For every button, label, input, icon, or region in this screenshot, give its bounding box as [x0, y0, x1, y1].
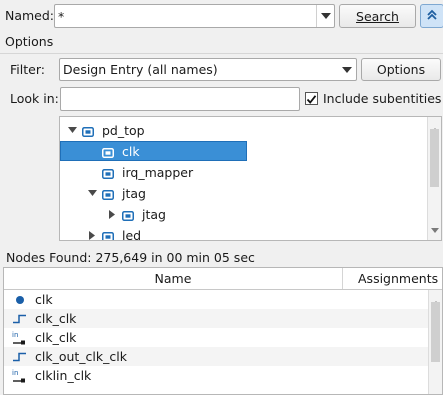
table-row[interactable]: in clklin_clk: [4, 366, 428, 385]
tree-scroll-thumb[interactable]: [430, 129, 439, 187]
table-scroll-thumb[interactable]: [431, 302, 440, 362]
include-subentities-label[interactable]: Include subentities: [323, 91, 441, 107]
tree-item[interactable]: led: [60, 225, 427, 241]
filter-label: Filter:: [10, 62, 45, 77]
chevron-down-icon[interactable]: [338, 59, 356, 80]
node-name: clk: [35, 292, 53, 307]
node-name: clk_clk: [35, 330, 77, 345]
svg-text:in: in: [12, 369, 18, 377]
scroll-down-icon[interactable]: [431, 221, 439, 236]
filter-combobox[interactable]: Design Entry (all names): [59, 58, 357, 81]
tree-item-label: pd_top: [102, 122, 145, 138]
tree-item-label: led: [122, 227, 142, 241]
output-pin-icon: [10, 312, 30, 326]
tree-item[interactable]: clk: [60, 141, 427, 161]
options-button[interactable]: Options: [361, 58, 441, 81]
lookin-input[interactable]: [60, 87, 300, 111]
table-row[interactable]: clk_out_clk_clk: [4, 347, 428, 366]
named-combobox[interactable]: *: [54, 4, 335, 28]
output-pin-icon: [10, 350, 30, 364]
options-button-label: Options: [376, 62, 426, 77]
section-divider: [0, 53, 443, 54]
table-row[interactable]: clk_clk: [4, 309, 428, 328]
tree-item-label: irq_mapper: [122, 164, 194, 180]
input-pin-icon: in: [10, 331, 30, 345]
chevron-down-icon[interactable]: [316, 5, 334, 27]
expanded-arrow-icon[interactable]: [86, 187, 98, 199]
table-body: clk clk_clk in clk_clk clk_out_clk_clk in clkl…: [4, 290, 428, 394]
node-name: clklin_clk: [35, 368, 92, 383]
filter-value: Design Entry (all names): [63, 62, 218, 77]
hierarchy-tree-rows: pd_top clk irq_mapper jtag jtag led: [60, 117, 427, 240]
tree-item[interactable]: jtag: [60, 183, 427, 203]
lookin-label: Look in:: [10, 91, 59, 106]
column-header-assignments-label: Assignments: [358, 271, 439, 286]
collapsed-arrow-icon[interactable]: [106, 208, 118, 220]
svg-text:in: in: [12, 331, 18, 339]
collapse-options-button[interactable]: [420, 4, 443, 28]
tree-item[interactable]: pd_top: [60, 120, 427, 140]
entity-icon: [82, 125, 94, 137]
include-subentities-checkbox[interactable]: [305, 92, 318, 105]
node-name: clk_out_clk_clk: [35, 349, 127, 364]
column-header-assignments[interactable]: Assignments: [343, 268, 442, 289]
table-row[interactable]: clk: [4, 290, 428, 309]
nodes-table[interactable]: Name Assignments clk clk_clk in clk_clk clk_…: [3, 267, 443, 395]
tree-item-label: clk: [122, 143, 140, 159]
tree-item[interactable]: jtag: [60, 204, 427, 224]
tree-vertical-scrollbar[interactable]: [427, 117, 441, 240]
checkmark-icon: [306, 95, 317, 104]
tree-item-label: jtag: [142, 206, 166, 222]
column-header-name-label: Name: [154, 271, 192, 286]
input-pin-icon: in: [10, 369, 30, 383]
table-row[interactable]: in clk_clk: [4, 328, 428, 347]
expanded-arrow-icon[interactable]: [66, 124, 78, 136]
entity-icon: [102, 230, 114, 240]
nodes-found-status: Nodes Found: 275,649 in 00 min 05 sec: [6, 250, 255, 265]
hierarchy-tree[interactable]: pd_top clk irq_mapper jtag jtag led: [59, 116, 442, 241]
entity-icon: [122, 209, 134, 221]
tree-item-label: jtag: [122, 185, 146, 201]
named-label: Named:: [5, 8, 55, 23]
table-vertical-scrollbar[interactable]: [428, 290, 442, 394]
node-name: clk_clk: [35, 311, 77, 326]
dot-icon: [10, 293, 30, 307]
entity-icon: [102, 188, 114, 200]
entity-icon: [102, 146, 114, 158]
options-section-label: Options: [5, 34, 54, 49]
named-value[interactable]: *: [58, 9, 64, 24]
search-button[interactable]: Search: [339, 4, 416, 28]
collapsed-arrow-icon[interactable]: [86, 229, 98, 240]
entity-icon: [102, 167, 114, 179]
double-chevron-up-icon: [426, 9, 438, 24]
table-header: Name Assignments: [4, 268, 442, 290]
column-header-name[interactable]: Name: [4, 268, 343, 289]
search-button-label: Search: [356, 8, 399, 24]
tree-item[interactable]: irq_mapper: [60, 162, 427, 182]
